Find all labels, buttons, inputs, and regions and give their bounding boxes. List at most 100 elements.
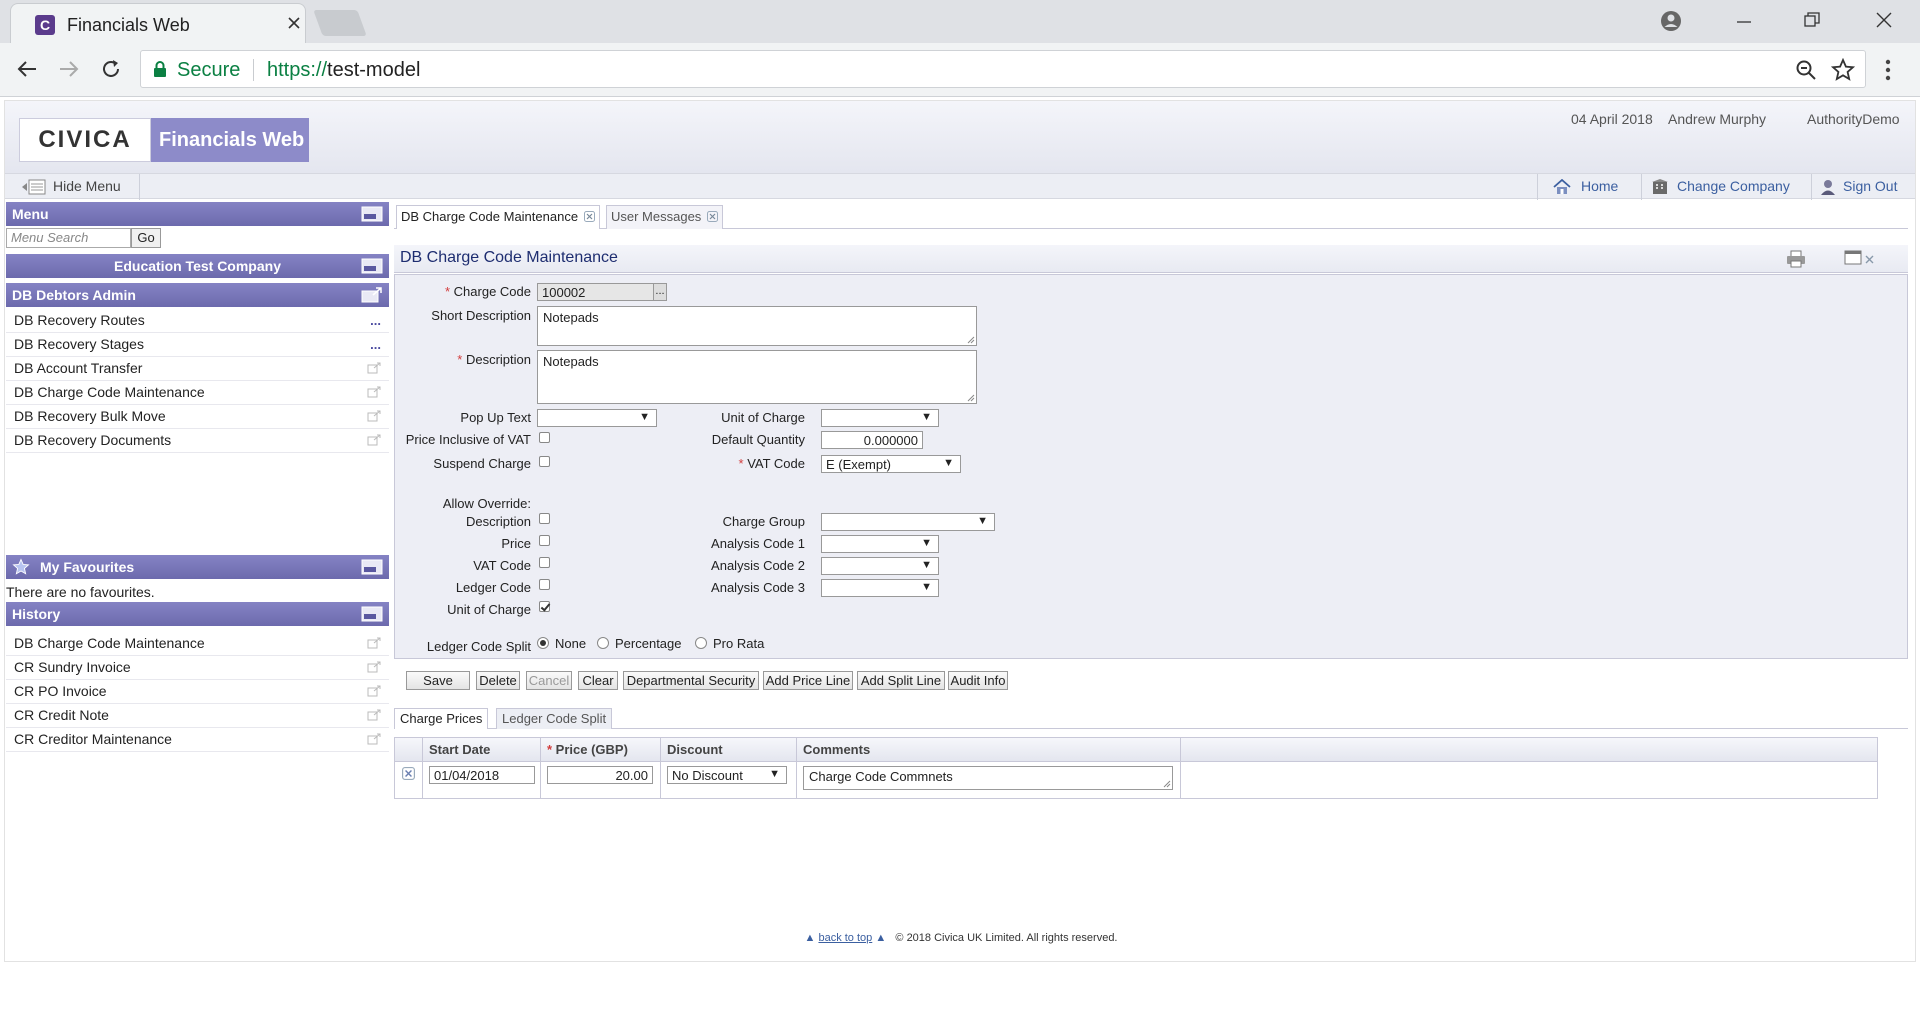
sidebar-item-recovery-documents[interactable]: DB Recovery Documents xyxy=(6,429,389,453)
more-icon[interactable]: ... xyxy=(370,309,381,332)
suspend-charge-checkbox[interactable] xyxy=(539,456,550,467)
browser-tab[interactable]: C Financials Web xyxy=(10,3,306,43)
unit-of-charge-select[interactable]: ▼ xyxy=(821,409,939,427)
delete-row-icon[interactable] xyxy=(402,767,415,780)
charge-group-select[interactable]: ▼ xyxy=(821,513,995,531)
save-button[interactable]: Save xyxy=(406,671,470,690)
open-new-window-icon[interactable] xyxy=(367,709,381,721)
panel-toggle-icon[interactable] xyxy=(361,206,383,222)
sidebar-item-charge-code-maintenance[interactable]: DB Charge Code Maintenance xyxy=(6,381,389,405)
description-input[interactable]: Notepads xyxy=(537,350,977,404)
override-description-checkbox[interactable] xyxy=(539,513,550,524)
history-item[interactable]: CR PO Invoice xyxy=(6,680,389,704)
forward-arrow-icon[interactable] xyxy=(58,58,80,80)
address-bar[interactable]: Secure https://test-model xyxy=(140,50,1866,88)
hide-menu-link[interactable]: Hide Menu xyxy=(53,178,121,194)
clear-button[interactable]: Clear xyxy=(578,671,618,690)
price-incl-vat-checkbox[interactable] xyxy=(539,432,550,443)
close-tab-icon[interactable] xyxy=(706,211,718,222)
open-new-window-icon[interactable] xyxy=(367,637,381,649)
close-tab-icon[interactable] xyxy=(287,16,301,30)
resize-grip-icon[interactable] xyxy=(967,336,975,344)
reload-icon[interactable] xyxy=(100,58,122,80)
override-price-checkbox[interactable] xyxy=(539,535,550,546)
sign-out-link[interactable]: Sign Out xyxy=(1843,178,1897,194)
close-window-icon[interactable] xyxy=(1876,12,1892,28)
charge-code-input[interactable]: 100002 xyxy=(537,283,655,301)
browser-menu-icon[interactable] xyxy=(1885,59,1891,81)
add-price-line-button[interactable]: Add Price Line xyxy=(763,671,853,690)
resize-grip-icon[interactable] xyxy=(967,394,975,402)
tab-charge-code-maintenance[interactable]: DB Charge Code Maintenance xyxy=(396,205,600,229)
split-percentage-radio[interactable] xyxy=(597,637,609,649)
minimize-icon[interactable] xyxy=(1736,14,1752,30)
zoom-icon[interactable] xyxy=(1795,59,1817,81)
history-panel-icon[interactable] xyxy=(361,606,383,622)
history-item[interactable]: CR Credit Note xyxy=(6,704,389,728)
sidebar-item-account-transfer[interactable]: DB Account Transfer xyxy=(6,357,389,381)
tab-charge-prices[interactable]: Charge Prices xyxy=(394,708,489,729)
profile-icon[interactable] xyxy=(1660,10,1682,32)
default-quantity-input[interactable]: 0.000000 xyxy=(821,431,923,449)
sign-out-icon[interactable] xyxy=(1819,178,1837,196)
history-item[interactable]: DB Charge Code Maintenance xyxy=(6,632,389,656)
departmental-security-button[interactable]: Departmental Security xyxy=(623,671,759,690)
open-new-window-icon[interactable] xyxy=(367,386,381,398)
split-prorata-radio[interactable] xyxy=(695,637,707,649)
sidebar-item-recovery-routes[interactable]: DB Recovery Routes ... xyxy=(6,309,389,333)
charge-code-lookup-button[interactable]: ... xyxy=(653,283,667,301)
comments-input[interactable]: Charge Code Commnets xyxy=(803,766,1173,790)
home-icon[interactable] xyxy=(1553,179,1571,195)
back-to-top-link[interactable]: back to top xyxy=(818,932,872,944)
price-input[interactable]: 20.00 xyxy=(547,766,653,784)
add-split-line-button[interactable]: Add Split Line xyxy=(857,671,945,690)
analysis-code-2-select[interactable]: ▼ xyxy=(821,557,939,575)
favourites-panel-icon[interactable] xyxy=(361,559,383,575)
audit-info-button[interactable]: Audit Info xyxy=(948,671,1008,690)
open-new-window-icon[interactable] xyxy=(367,410,381,422)
short-description-input[interactable]: Notepads xyxy=(537,306,977,346)
discount-select[interactable]: No Discount ▼ xyxy=(667,766,787,784)
change-company-link[interactable]: Change Company xyxy=(1677,178,1790,194)
menu-search-input[interactable]: Menu Search xyxy=(6,228,131,248)
restore-icon[interactable] xyxy=(1804,12,1820,28)
hide-menu-icon[interactable] xyxy=(21,179,47,195)
home-link[interactable]: Home xyxy=(1581,178,1618,194)
module-panel-icon[interactable] xyxy=(361,287,383,303)
open-new-window-icon[interactable] xyxy=(367,362,381,374)
split-none-radio[interactable] xyxy=(537,637,549,649)
analysis-code-1-select[interactable]: ▼ xyxy=(821,535,939,553)
change-company-icon[interactable] xyxy=(1651,179,1669,195)
cancel-button[interactable]: Cancel xyxy=(526,671,572,690)
sidebar-item-recovery-stages[interactable]: DB Recovery Stages ... xyxy=(6,333,389,357)
menu-search-go-button[interactable]: Go xyxy=(131,228,161,248)
delete-button[interactable]: Delete xyxy=(476,671,520,690)
back-arrow-icon[interactable] xyxy=(16,58,38,80)
override-vat-checkbox[interactable] xyxy=(539,557,550,568)
tab-ledger-code-split[interactable]: Ledger Code Split xyxy=(496,708,613,729)
close-tab-icon[interactable] xyxy=(583,211,595,222)
override-ledger-checkbox[interactable] xyxy=(539,579,550,590)
vat-code-select[interactable]: E (Exempt) ▼ xyxy=(821,455,961,473)
history-item[interactable]: CR Sundry Invoice xyxy=(6,656,389,680)
tab-user-messages[interactable]: User Messages xyxy=(606,205,723,229)
maximize-panel-icon[interactable] xyxy=(1844,250,1864,266)
new-tab-button[interactable] xyxy=(313,10,367,36)
company-panel-icon[interactable] xyxy=(361,258,383,274)
open-new-window-icon[interactable] xyxy=(367,661,381,673)
history-item[interactable]: CR Creditor Maintenance xyxy=(6,728,389,752)
company-name: Education Test Company xyxy=(114,258,281,274)
open-new-window-icon[interactable] xyxy=(367,685,381,697)
close-panel-icon[interactable] xyxy=(1864,254,1875,265)
resize-grip-icon[interactable] xyxy=(1163,780,1171,788)
more-icon[interactable]: ... xyxy=(370,333,381,356)
open-new-window-icon[interactable] xyxy=(367,434,381,446)
module-panel-header[interactable]: DB Debtors Admin xyxy=(6,283,389,307)
print-icon[interactable] xyxy=(1786,250,1806,268)
override-unit-checkbox[interactable] xyxy=(539,601,550,612)
analysis-code-3-select[interactable]: ▼ xyxy=(821,579,939,597)
open-new-window-icon[interactable] xyxy=(367,733,381,745)
bookmark-star-icon[interactable] xyxy=(1831,58,1855,82)
start-date-input[interactable]: 01/04/2018 xyxy=(429,766,535,784)
sidebar-item-recovery-bulk-move[interactable]: DB Recovery Bulk Move xyxy=(6,405,389,429)
